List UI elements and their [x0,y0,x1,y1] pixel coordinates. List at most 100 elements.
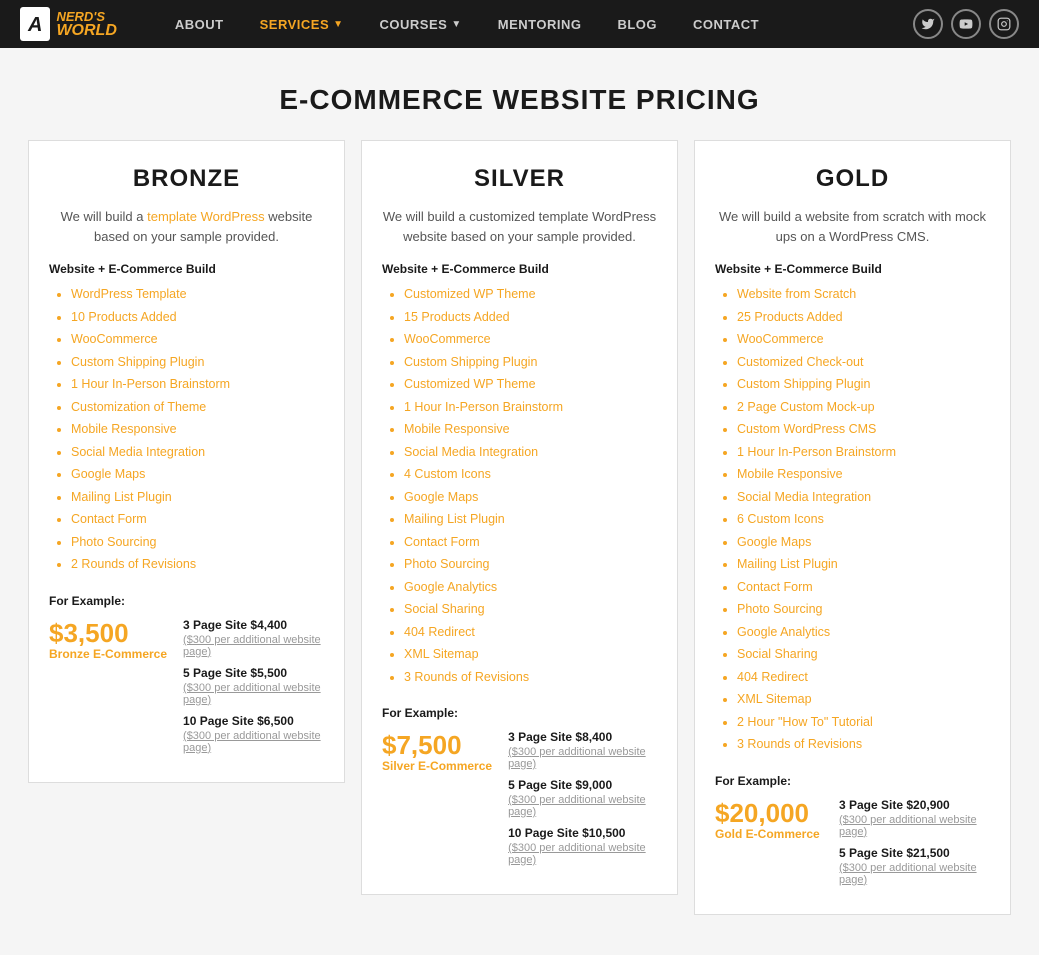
price-tier-note: ($300 per additional website page) [839,862,990,886]
instagram-icon[interactable] [989,9,1019,39]
feature-text: 10 Products Added [71,310,177,324]
logo-nerds: NERD'S [56,10,116,23]
feature-item: WooCommerce [71,331,324,349]
logo-world: WORLD [56,23,116,39]
feature-text: Mailing List Plugin [737,557,838,571]
courses-arrow: ▼ [451,19,461,30]
feature-item: Custom Shipping Plugin [404,354,657,372]
feature-item: Google Maps [737,534,990,552]
for-example: For Example: [382,706,657,720]
feature-text: WordPress Template [71,287,187,301]
pricing-card-bronze: BRONZE We will build a template WordPres… [28,140,345,783]
feature-item: Customized Check-out [737,354,990,372]
twitter-icon[interactable] [913,9,943,39]
price-main-block: $3,500 Bronze E-Commerce 3 Page Site $4,… [49,618,324,762]
youtube-icon[interactable] [951,9,981,39]
feature-text: Custom WordPress CMS [737,422,876,436]
feature-text: XML Sitemap [404,647,479,661]
nav-blog[interactable]: BLOG [599,0,675,48]
feature-item: Customized WP Theme [404,286,657,304]
feature-text: Mobile Responsive [737,467,843,481]
feature-text: Google Analytics [404,580,497,594]
feature-text: Customization of Theme [71,400,206,414]
feature-item: Mailing List Plugin [71,489,324,507]
pricing-card-silver: SILVER We will build a customized templa… [361,140,678,895]
feature-text: 404 Redirect [404,625,475,639]
feature-text: Social Media Integration [737,490,871,504]
price-tier-label: 3 Page Site $20,900 [839,798,990,812]
feature-text: Custom Shipping Plugin [71,355,204,369]
feature-text: Social Sharing [737,647,818,661]
price-main-left: $20,000 Gold E-Commerce [715,798,823,843]
feature-item: Contact Form [71,511,324,529]
price-tier-label: 10 Page Site $10,500 [508,826,657,840]
navbar: A NERD'S WORLD ABOUT SERVICES ▼ COURSES … [0,0,1039,48]
feature-text: Custom Shipping Plugin [737,377,870,391]
nav-about[interactable]: ABOUT [157,0,242,48]
nav-services[interactable]: SERVICES ▼ [242,0,362,48]
feature-text: WooCommerce [737,332,824,346]
feature-item: Social Media Integration [737,489,990,507]
feature-text: Mobile Responsive [404,422,510,436]
big-price: $3,500 [49,620,129,646]
feature-text: Social Sharing [404,602,485,616]
feature-text: 2 Rounds of Revisions [71,557,196,571]
feature-text: 3 Rounds of Revisions [404,670,529,684]
feature-item: Google Maps [71,466,324,484]
feature-text: Mobile Responsive [71,422,177,436]
big-price: $20,000 [715,800,809,826]
price-tier-note: ($300 per additional website page) [508,746,657,770]
nav-social [913,9,1019,39]
feature-text: Mailing List Plugin [404,512,505,526]
price-main-block: $7,500 Silver E-Commerce 3 Page Site $8,… [382,730,657,874]
price-tier-note: ($300 per additional website page) [183,730,324,754]
for-example: For Example: [715,774,990,788]
feature-item: Customized WP Theme [404,376,657,394]
feature-text: 1 Hour In-Person Brainstorm [737,445,896,459]
nav-mentoring[interactable]: MENTORING [480,0,600,48]
price-tier-note: ($300 per additional website page) [183,682,324,706]
feature-text: 1 Hour In-Person Brainstorm [71,377,230,391]
feature-text: Custom Shipping Plugin [404,355,537,369]
feature-item: 15 Products Added [404,309,657,327]
feature-item: XML Sitemap [404,646,657,664]
price-main-block: $20,000 Gold E-Commerce 3 Page Site $20,… [715,798,990,894]
logo-a: A [28,14,42,36]
section-label: Website + E-Commerce Build [715,262,990,276]
feature-item: 25 Products Added [737,309,990,327]
feature-text: Contact Form [737,580,813,594]
logo[interactable]: A NERD'S WORLD [20,7,117,41]
feature-text: Website from Scratch [737,287,856,301]
desc-link[interactable]: template WordPress [147,209,265,224]
nav-courses[interactable]: COURSES ▼ [362,0,480,48]
price-tiers: 3 Page Site $20,900 ($300 per additional… [839,798,990,894]
price-tier-label: 3 Page Site $4,400 [183,618,324,632]
feature-item: Photo Sourcing [71,534,324,552]
feature-item: 4 Custom Icons [404,466,657,484]
price-tier-label: 5 Page Site $9,000 [508,778,657,792]
feature-item: Contact Form [737,579,990,597]
feature-item: XML Sitemap [737,691,990,709]
feature-item: 404 Redirect [404,624,657,642]
price-tier-note: ($300 per additional website page) [839,814,990,838]
card-title: GOLD [715,165,990,193]
pricing-card-gold: GOLD We will build a website from scratc… [694,140,1011,915]
feature-item: Mobile Responsive [404,421,657,439]
feature-text: Google Analytics [737,625,830,639]
feature-item: Mailing List Plugin [737,556,990,574]
pricing-grid: BRONZE We will build a template WordPres… [0,140,1039,955]
feature-list: WordPress Template 10 Products Added WooCo… [49,286,324,574]
feature-text: 2 Hour "How To" Tutorial [737,715,873,729]
feature-text: Google Maps [737,535,811,549]
card-desc: We will build a customized template Word… [382,207,657,246]
price-tiers: 3 Page Site $4,400 ($300 per additional … [183,618,324,762]
nav-contact[interactable]: CONTACT [675,0,777,48]
feature-text: Photo Sourcing [737,602,822,616]
logo-box: A [20,7,50,41]
feature-text: Customized WP Theme [404,287,536,301]
feature-item: 404 Redirect [737,669,990,687]
feature-text: WooCommerce [404,332,491,346]
feature-text: Photo Sourcing [404,557,489,571]
pricing-footer: For Example: $3,500 Bronze E-Commerce 3 … [49,594,324,762]
feature-item: Mailing List Plugin [404,511,657,529]
